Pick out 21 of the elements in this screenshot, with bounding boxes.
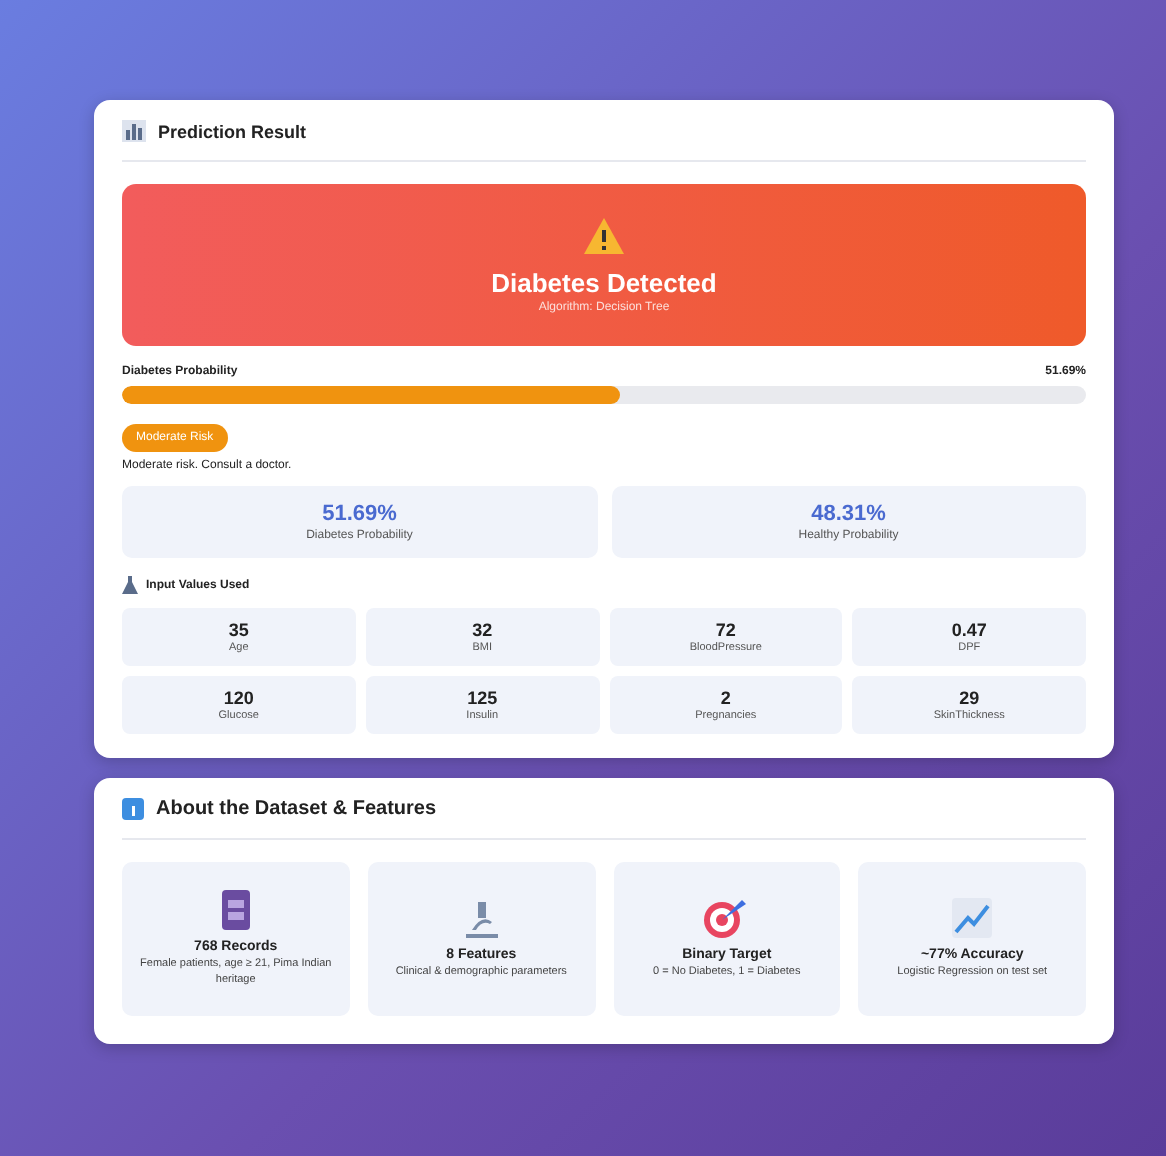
input-value: 120: [223, 688, 254, 708]
input-value: 72: [715, 620, 736, 640]
input-value: 32: [472, 620, 493, 640]
card-title: About the Dataset & Features: [156, 798, 437, 820]
stat-value: 48.31%: [811, 502, 886, 526]
result-title: Diabetes Detected: [491, 268, 717, 298]
input-value: 2: [720, 688, 731, 708]
input-value: 35: [228, 620, 249, 640]
bar-chart-icon: [122, 120, 146, 142]
flask-icon: [122, 576, 138, 594]
stat-value: 51.69%: [322, 502, 397, 526]
info-icon: [122, 798, 144, 820]
target-icon: [704, 897, 749, 938]
warning-icon: [582, 216, 626, 256]
microscope-icon: [461, 897, 502, 938]
input-value: 125: [467, 688, 498, 708]
input-value: 29: [959, 688, 980, 708]
trend-chart-icon: [952, 897, 993, 938]
card-title: Prediction Result: [158, 121, 307, 141]
input-value: 0.47: [951, 620, 987, 640]
book-icon: [221, 889, 250, 930]
